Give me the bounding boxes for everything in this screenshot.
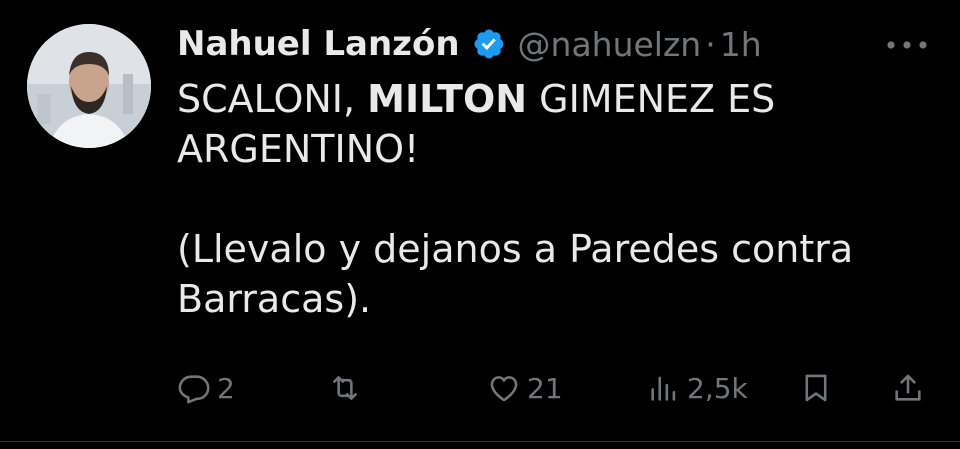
reply-icon bbox=[177, 371, 211, 405]
avatar[interactable] bbox=[27, 24, 151, 148]
reply-count: 2 bbox=[217, 371, 235, 405]
tweet-line-1: SCALONI, MILTON GIMENEZ ES bbox=[177, 74, 897, 124]
avatar-image bbox=[27, 24, 151, 148]
separator-dot: · bbox=[705, 24, 716, 64]
author-handle[interactable]: @nahuelzn bbox=[518, 25, 702, 64]
views-count: 2,5k bbox=[687, 371, 748, 405]
tweet-line-1-end: GIMENEZ ES bbox=[527, 77, 776, 121]
action-bar: 2 21 2,5k bbox=[177, 366, 937, 410]
tweet-time[interactable]: 1h bbox=[720, 25, 762, 64]
views-icon bbox=[647, 371, 681, 405]
heart-icon bbox=[487, 371, 521, 405]
like-button[interactable]: 21 bbox=[487, 366, 563, 410]
like-count: 21 bbox=[527, 371, 563, 405]
reply-button[interactable]: 2 bbox=[177, 366, 235, 410]
retweet-button[interactable] bbox=[327, 366, 369, 410]
more-icon[interactable] bbox=[884, 30, 930, 60]
tweet-line-1-bold: MILTON bbox=[367, 77, 528, 121]
tweet-divider bbox=[0, 441, 960, 442]
tweet-header: Nahuel Lanzón @nahuelzn · 1h bbox=[177, 20, 762, 68]
views-button[interactable]: 2,5k bbox=[647, 366, 748, 410]
share-button[interactable] bbox=[891, 366, 925, 410]
tweet-line-3: (Llevalo y dejanos a Paredes contra bbox=[177, 227, 854, 271]
tweet-line-1-start: SCALONI, bbox=[177, 77, 368, 121]
share-icon bbox=[891, 371, 925, 405]
bookmark-button[interactable] bbox=[799, 366, 833, 410]
bookmark-icon bbox=[799, 371, 833, 405]
tweet-line-4: Barracas). bbox=[177, 277, 372, 321]
author-name[interactable]: Nahuel Lanzón bbox=[177, 24, 460, 64]
verified-badge-icon bbox=[472, 27, 506, 61]
tweet[interactable]: Nahuel Lanzón @nahuelzn · 1h SCALONI, MI… bbox=[0, 0, 960, 449]
retweet-icon bbox=[327, 371, 363, 405]
tweet-line-2: ARGENTINO! bbox=[177, 127, 420, 171]
tweet-text: SCALONI, MILTON GIMENEZ ES ARGENTINO! (L… bbox=[177, 74, 897, 324]
